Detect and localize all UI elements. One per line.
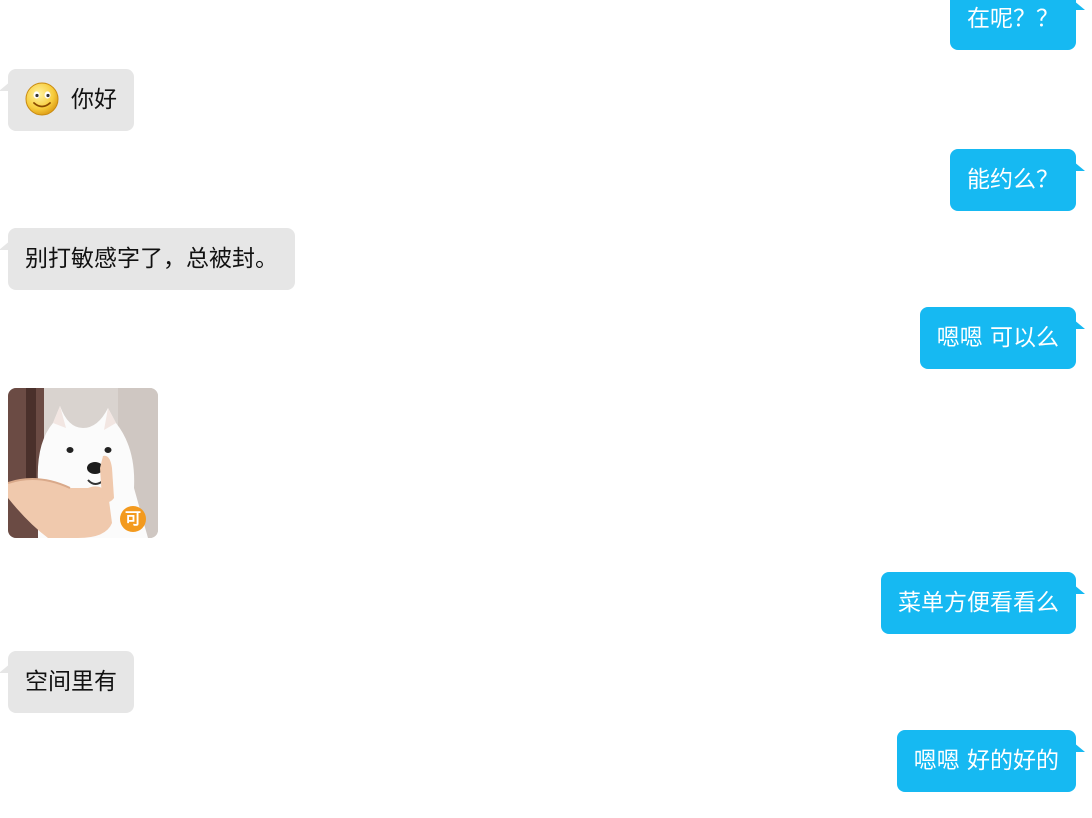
message-bubble-sent[interactable]: 在呢？？ (950, 0, 1085, 50)
message-bubble-sent[interactable]: 嗯嗯 好的好的 (896, 730, 1086, 792)
message-bubble-sent[interactable]: 菜单方便看看么 (881, 572, 1085, 634)
message-text: 嗯嗯 可以么 (936, 325, 1059, 351)
message-bubble-sent[interactable]: 嗯嗯 可以么 (919, 307, 1086, 369)
message-text: 在呢？？ (967, 6, 1059, 32)
sticker-badge: 可 (120, 506, 146, 532)
message-text: 嗯嗯 好的好的 (913, 748, 1059, 774)
message-text: 你好 (71, 87, 117, 113)
message-text: 空间里有 (25, 669, 117, 695)
message-bubble-sent[interactable]: 能约么？ (950, 149, 1085, 211)
samoyed-dog-sticker[interactable]: 可 (8, 388, 158, 538)
smiley-face-icon (25, 82, 59, 115)
message-text: 别打敏感字了，总被封。 (25, 246, 278, 272)
message-bubble-received[interactable]: 空间里有 (0, 651, 134, 713)
message-bubble-received[interactable]: 别打敏感字了，总被封。 (0, 228, 295, 290)
message-text: 能约么？ (967, 167, 1059, 193)
chat-window: 在呢？？ 你好 能约么？ 别打敏感字了，总被封。 嗯嗯 可以么 可 菜单方便看看… (0, 0, 1092, 818)
message-bubble-received[interactable]: 你好 (0, 69, 134, 131)
message-text: 菜单方便看看么 (898, 590, 1059, 616)
